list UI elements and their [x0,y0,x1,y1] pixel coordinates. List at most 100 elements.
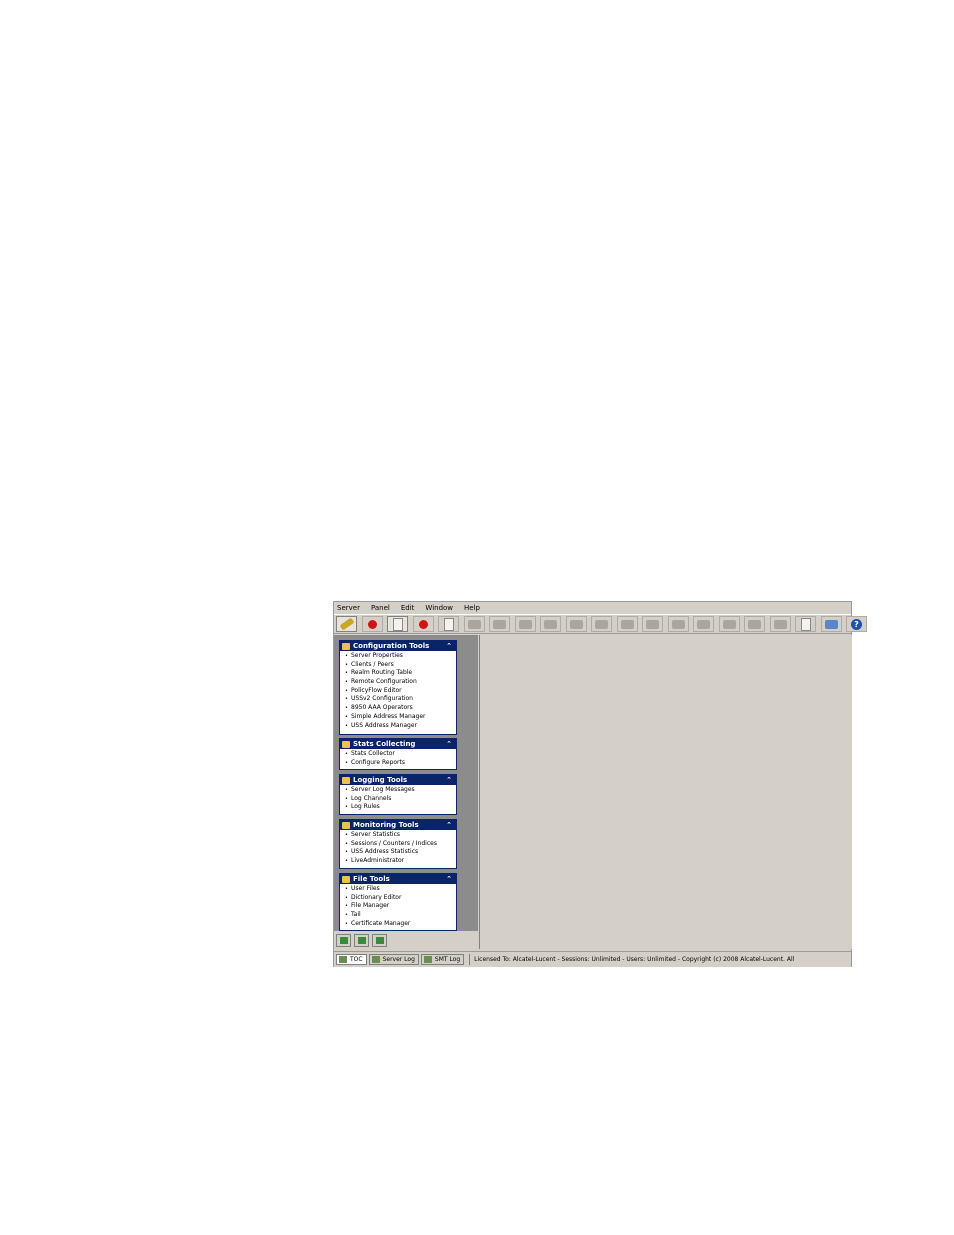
toc-item-log-rules[interactable]: Log Rules [340,803,456,812]
toc-item-remote-configuration[interactable]: Remote Configuration [340,678,456,687]
toolbar-button-paste[interactable] [693,616,714,632]
toolbar-button-key[interactable] [336,616,357,632]
document-icon [392,617,403,631]
monitor-bars-icon [342,821,350,829]
toc-item-server-log-messages[interactable]: Server Log Messages [340,786,456,795]
find-icon [722,619,736,629]
toolbar-button-monitor[interactable] [820,616,842,632]
toc-item-file-manager[interactable]: File Manager [340,902,456,911]
collapse-chevron-icon[interactable]: ⌃ [446,820,452,830]
menu-help[interactable]: Help [461,602,480,614]
toolbar-button-swap[interactable] [616,616,638,632]
tab-label: TOC [350,956,363,963]
toolbar-button-disabled-3[interactable] [540,616,561,632]
toolbar-button-link[interactable] [769,616,791,632]
refresh-icon [518,619,532,629]
app-window: Server Panel Edit Window Help ? Configur… [333,601,867,967]
section-header[interactable]: Logging Tools ⌃ [340,775,456,785]
menu-bar: Server Panel Edit Window Help [334,602,851,614]
toc-item-sessions-counters-indices[interactable]: Sessions / Counters / Indices [340,840,456,849]
red-circle-icon [367,619,377,629]
disabled-icon [544,619,557,629]
toc-item-policyflow-editor[interactable]: PolicyFlow Editor [340,687,456,696]
toolbar-button-start[interactable] [361,616,383,632]
toc-item-liveadministrator[interactable]: LiveAdministrator [340,857,456,866]
toc-item-stats-collector[interactable]: Stats Collector [340,750,456,759]
document-icon [443,617,454,631]
section-title: Configuration Tools [353,642,430,650]
toc-item-tail[interactable]: Tail [340,911,456,920]
section-title: Monitoring Tools [353,821,419,829]
monitor-icon [824,619,838,629]
collapse-icon [375,937,384,944]
section-header[interactable]: File Tools ⌃ [340,874,456,884]
toc-item-log-channels[interactable]: Log Channels [340,795,456,804]
collapse-chevron-icon[interactable]: ⌃ [446,775,452,785]
toolbar-button-disabled-4[interactable] [565,616,587,632]
section-title: File Tools [353,875,390,883]
section-header[interactable]: Configuration Tools ⌃ [340,641,456,651]
toc-item-server-properties[interactable]: Server Properties [340,652,456,661]
section-header[interactable]: Stats Collecting ⌃ [340,739,456,749]
toc-item-server-statistics[interactable]: Server Statistics [340,831,456,840]
toc-item-ussv2-configuration[interactable]: USSv2 Configuration [340,695,456,704]
toc-item-dictionary-editor[interactable]: Dictionary Editor [340,894,456,903]
toc-item-uss-address-statistics[interactable]: USS Address Statistics [340,848,456,857]
toolbar-button-refresh[interactable] [514,616,536,632]
menu-server[interactable]: Server [334,602,360,614]
toolbar-button-stop[interactable] [412,616,434,632]
collapse-chevron-icon[interactable]: ⌃ [446,874,452,884]
disabled-icon [493,619,506,629]
menu-edit[interactable]: Edit [398,602,415,614]
tab-toc[interactable]: TOC [336,954,367,965]
toolbar-button-print[interactable] [591,616,612,632]
help-icon: ? [851,618,862,630]
stats-icon [342,740,350,748]
wrench-icon [342,642,350,650]
toolbar-button-disabled-1[interactable] [463,616,485,632]
toolbar-button-copy[interactable] [667,616,689,632]
toolbar: ? [334,614,867,634]
tree-button[interactable] [354,934,369,947]
section-header[interactable]: Monitoring Tools ⌃ [340,820,456,830]
toc-item-simple-address-manager[interactable]: Simple Address Manager [340,713,456,722]
workspace-area[interactable] [479,635,852,949]
toc-item-uss-address-manager[interactable]: USS Address Manager [340,722,456,731]
toc-item-clients-peers[interactable]: Clients / Peers [340,661,456,670]
tab-server-log[interactable]: Server Log [368,954,419,965]
section-logging-tools: Logging Tools ⌃ Server Log Messages Log … [339,774,457,815]
expand-icon [339,937,348,944]
collapse-chevron-icon[interactable]: ⌃ [446,641,452,651]
toc-item-user-files[interactable]: User Files [340,885,456,894]
key-icon [339,617,354,631]
toc-item-8950-aaa-operators[interactable]: 8950 AAA Operators [340,704,456,713]
toolbar-button-doc-arrow[interactable] [795,616,816,632]
toc-panel: Configuration Tools ⌃ Server Properties … [334,635,478,931]
tab-label: SMT Log [434,956,461,963]
log-icon [342,776,350,784]
toolbar-button-find[interactable] [718,616,740,632]
section-stats-collecting: Stats Collecting ⌃ Stats Collector Confi… [339,738,457,770]
swap-icon [620,619,634,629]
toolbar-button-doc2[interactable] [438,616,459,632]
toolbar-button-doc[interactable] [387,616,408,632]
menu-window[interactable]: Window [422,602,453,614]
toc-item-certificate-manager[interactable]: Certificate Manager [340,920,456,929]
toc-item-configure-reports[interactable]: Configure Reports [340,759,456,768]
toolbar-button-help[interactable]: ? [846,616,867,632]
toolbar-button-find-next[interactable] [744,616,765,632]
cut-icon [646,619,659,629]
toc-item-realm-routing-table[interactable]: Realm Routing Table [340,669,456,678]
menu-panel[interactable]: Panel [368,602,390,614]
toolbar-button-disabled-2[interactable] [489,616,510,632]
expand-all-button[interactable] [336,934,351,947]
paste-icon [697,619,710,629]
tab-smt-log[interactable]: SMT Log [420,954,465,965]
collapse-all-button[interactable] [372,934,387,947]
folder-icon [342,875,350,883]
section-configuration-tools: Configuration Tools ⌃ Server Properties … [339,640,457,735]
collapse-chevron-icon[interactable]: ⌃ [446,739,452,749]
toolbar-button-cut[interactable] [642,616,663,632]
section-title: Logging Tools [353,776,408,784]
section-title: Stats Collecting [353,740,416,748]
